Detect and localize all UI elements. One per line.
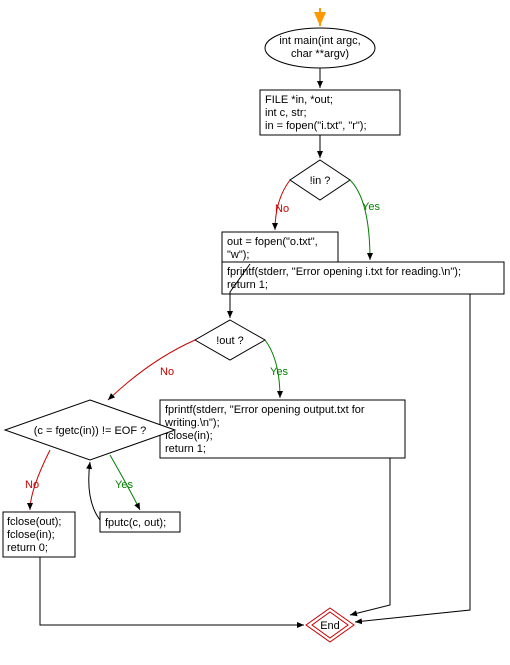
no-label-1: No bbox=[275, 203, 289, 215]
edge-fputc-loop bbox=[89, 462, 100, 520]
check-out-label: !out ? bbox=[216, 335, 244, 347]
main-label-2: char **argv) bbox=[291, 48, 349, 60]
init-l1: FILE *in, *out; bbox=[265, 94, 333, 106]
edge-close-end bbox=[40, 557, 304, 625]
close-l1: fclose(out); bbox=[7, 516, 61, 528]
init-l2: int c, str; bbox=[265, 107, 307, 119]
errout-l1: fprintf(stderr, "Error opening output.tx… bbox=[165, 404, 365, 416]
openout-l2: "w"); bbox=[227, 249, 249, 261]
errout-l4: return 1; bbox=[165, 443, 206, 455]
yes-label-3: Yes bbox=[115, 479, 133, 491]
main-label-1: int main(int argc, bbox=[279, 35, 360, 47]
end-label: End bbox=[320, 620, 340, 632]
edge-checkin-yes bbox=[350, 180, 370, 260]
errout-l2: writing.\n"); bbox=[164, 417, 220, 429]
fputc-label: fputc(c, out); bbox=[105, 517, 166, 529]
check-in-label: !in ? bbox=[310, 175, 331, 187]
errout-l3: fclose(in); bbox=[165, 430, 213, 442]
yes-label-1: Yes bbox=[362, 201, 380, 213]
close-l3: return 0; bbox=[7, 542, 48, 554]
yes-label-2: Yes bbox=[270, 366, 288, 378]
edge-checkout-no bbox=[108, 340, 195, 400]
no-label-2: No bbox=[160, 366, 174, 378]
close-l2: fclose(in); bbox=[7, 529, 55, 541]
flowchart-diagram: int main(int argc, char **argv) FILE *in… bbox=[0, 0, 510, 665]
edge-errout-end bbox=[350, 458, 390, 615]
loop-label: (c = fgetc(in)) != EOF ? bbox=[34, 425, 146, 437]
errin-l2: return 1; bbox=[227, 279, 268, 291]
no-label-3: No bbox=[25, 479, 39, 491]
errin-l1: fprintf(stderr, "Error opening i.txt for… bbox=[227, 266, 461, 278]
openout-l1: out = fopen("o.txt", bbox=[227, 236, 318, 248]
init-l3: in = fopen("i.txt", "r"); bbox=[265, 120, 367, 132]
